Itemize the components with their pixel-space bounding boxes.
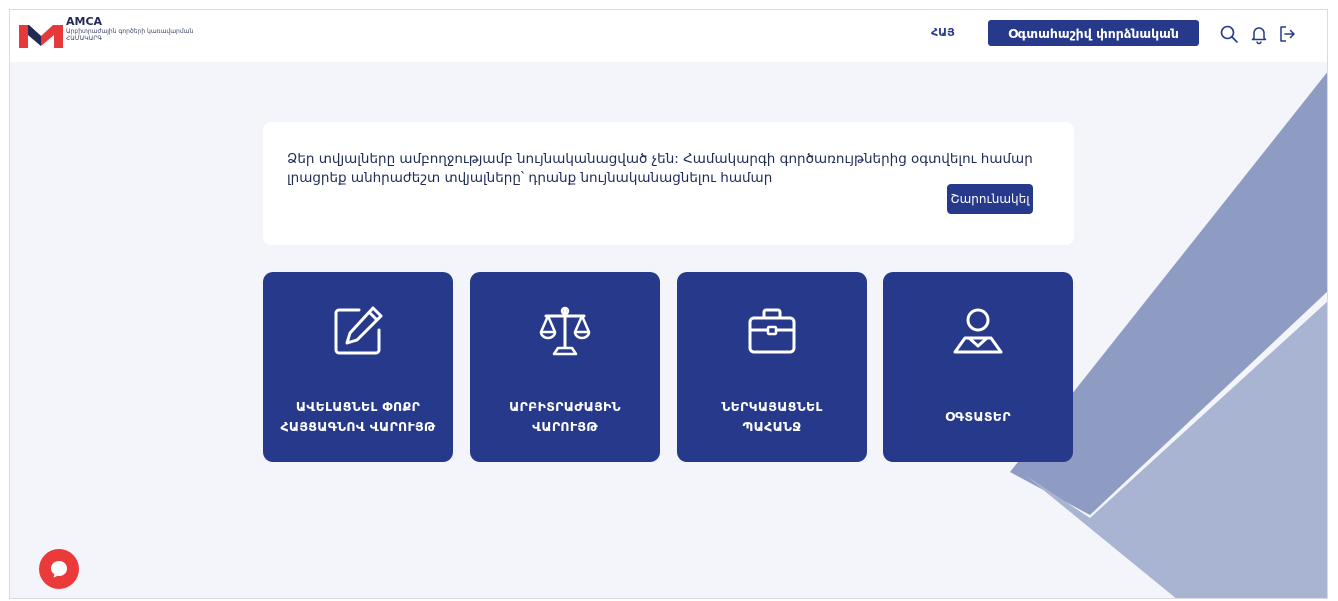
language-switch[interactable]: ՀԱՅ [931, 26, 955, 39]
tile-label-line1: ԱՐԲԻՏՐԱԺԱՅԻՆ [509, 399, 621, 414]
tile-label: ԱՎԵԼԱՑՆԵԼ ՓՈՔՐ ՀԱՅՑԱԳՆՈՎ ՎԱՐՈՒՅԹ [271, 397, 445, 437]
brand-subtitle-2: ՀԱՄԱԿԱՐԳ [66, 35, 102, 42]
bell-icon[interactable] [1248, 23, 1270, 45]
tile-label-line2: ՀԱՅՑԱԳՆՈՎ ՎԱՐՈՒՅԹ [280, 419, 436, 434]
brand-title: AMCA [66, 15, 103, 28]
app-window: AMCA Արբիտրաժային գործերի կառավարման ՀԱՄ… [9, 9, 1328, 599]
tile-add-small-claim[interactable]: ԱՎԵԼԱՑՆԵԼ ՓՈՔՐ ՀԱՅՑԱԳՆՈՎ ՎԱՐՈՒՅԹ [263, 272, 453, 462]
user-icon [953, 308, 1003, 354]
logout-icon[interactable] [1276, 23, 1298, 45]
tile-submit-claim[interactable]: ՆԵՐԿԱՅԱՑՆԵԼ ՊԱՀԱՆՋ [677, 272, 867, 462]
search-icon[interactable] [1218, 23, 1240, 45]
brand: AMCA Արբիտրաժային գործերի կառավարման ՀԱՄ… [66, 15, 194, 43]
tile-label-line1: ՆԵՐԿԱՅԱՑՆԵԼ [721, 399, 823, 414]
continue-button[interactable]: Շարունակել [947, 184, 1033, 214]
tile-user[interactable]: ՕԳՏԱՏԵՐ [883, 272, 1073, 462]
scales-icon [539, 306, 591, 356]
briefcase-icon [748, 308, 796, 354]
tile-label: ՆԵՐԿԱՅԱՑՆԵԼ ՊԱՀԱՆՋ [685, 397, 859, 437]
top-bar: AMCA Արբիտրաժային գործերի կառավարման ՀԱՄ… [10, 10, 1327, 62]
tile-label-line1: ՕԳՏԱՏԵՐ [945, 409, 1011, 424]
user-account-button[interactable]: Օգտահաշիվ փորձնական [988, 20, 1199, 46]
tile-label-line1: ԱՎԵԼԱՑՆԵԼ ՓՈՔՐ [295, 399, 421, 414]
brand-subtitle: Արբիտրաժային գործերի կառավարման [66, 28, 194, 35]
chat-icon [51, 561, 67, 578]
tile-label-line2: ՎԱՐՈՒՅԹ [532, 419, 598, 434]
background-decoration [1010, 72, 1327, 598]
tile-arbitration[interactable]: ԱՐԲԻՏՐԱԺԱՅԻՆ ՎԱՐՈՒՅԹ [470, 272, 660, 462]
chat-button[interactable] [39, 549, 79, 589]
edit-icon [334, 306, 383, 355]
verification-alert: Ձեր տվյալները ամբողջությամբ նույնականացվ… [263, 122, 1074, 245]
alert-message: Ձեր տվյալները ամբողջությամբ նույնականացվ… [287, 151, 1033, 186]
tile-label: ԱՐԲԻՏՐԱԺԱՅԻՆ ՎԱՐՈՒՅԹ [478, 397, 652, 437]
tile-label: ՕԳՏԱՏԵՐ [891, 407, 1065, 427]
amca-logo[interactable] [19, 22, 63, 48]
tile-label-line2: ՊԱՀԱՆՋ [742, 419, 802, 434]
